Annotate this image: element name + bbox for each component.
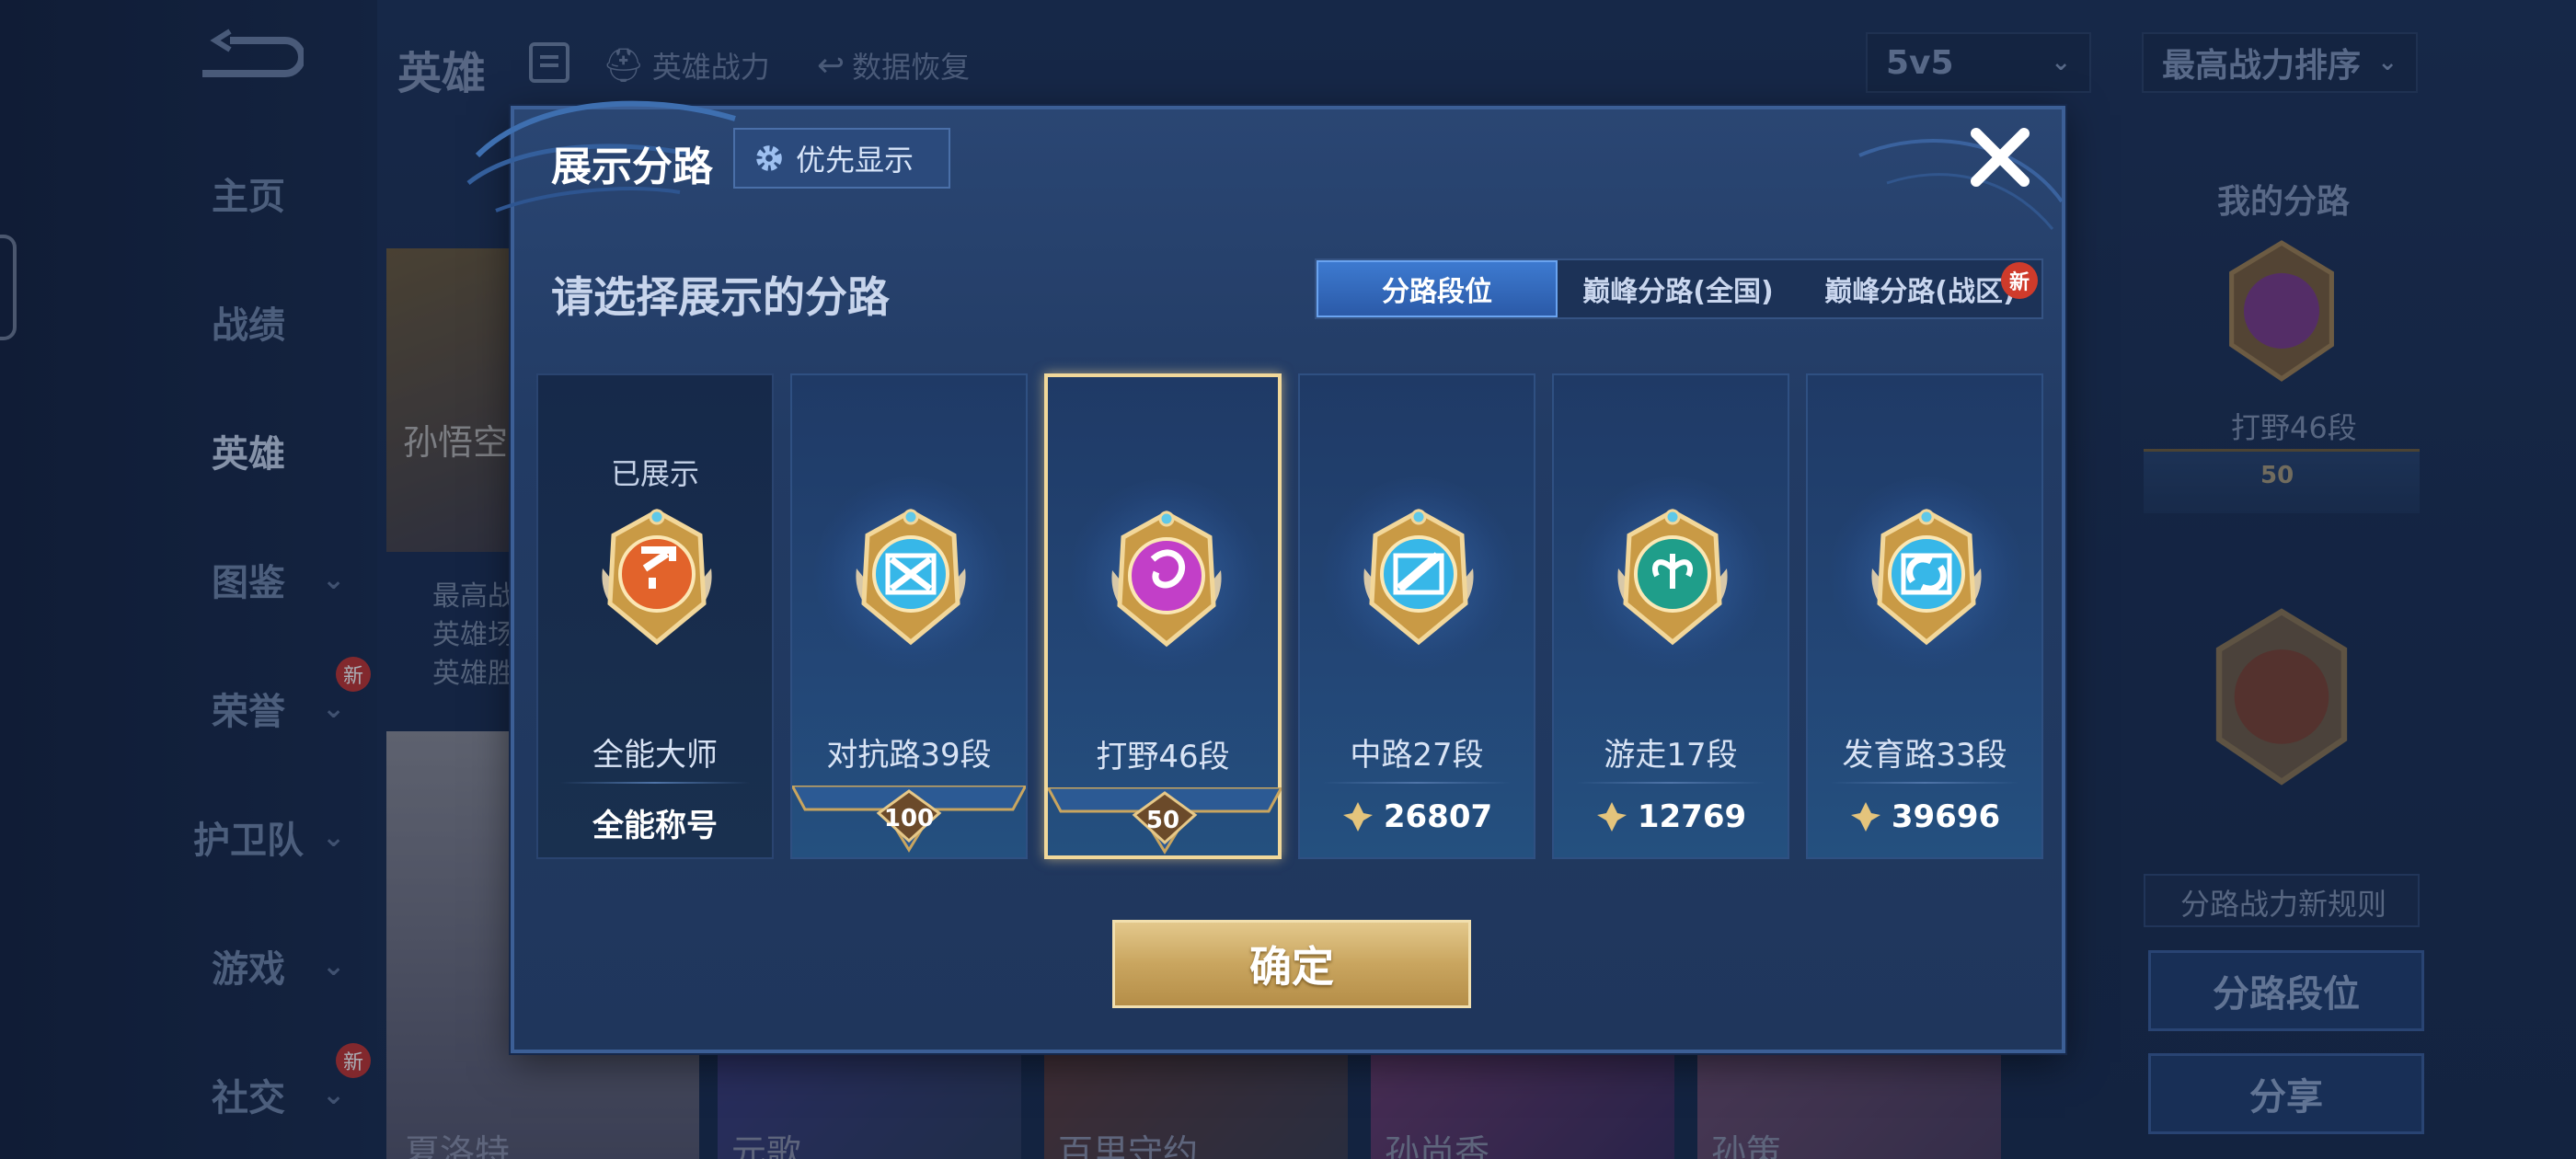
lane-card-list: 已展示 全能大师 全能称号 对抗路39段 100 打野46段 50 中路27段 26807 游走1… (536, 373, 2045, 859)
allround-icon (602, 509, 712, 646)
dialog-title: 展示分路 (551, 143, 713, 190)
new-badge: 新 (2001, 262, 2038, 299)
divider (1576, 782, 1765, 784)
mid-lane-icon (1363, 509, 1474, 646)
roam-icon (1617, 509, 1728, 646)
lane-name: 对抗路39段 (826, 737, 992, 774)
divider (1322, 782, 1512, 784)
lane-name: 游走17段 (1604, 737, 1738, 774)
lane-card[interactable]: 发育路33段 39696 (1806, 373, 2043, 859)
power-value: 26807 (1383, 798, 1493, 835)
farm-lane-icon (1871, 509, 1982, 646)
lane-display-dialog: 展示分路 优先显示 请选择展示的分路 分路段位 巅峰分路(全国) 巅峰分路(战区… (466, 100, 2065, 1053)
close-icon[interactable] (1963, 120, 2037, 194)
decorative-swirl (1858, 139, 2064, 230)
lane-tab-bar: 分路段位 巅峰分路(全国) 巅峰分路(战区) 新 (1315, 258, 2043, 319)
power-value-row: 12769 (1554, 798, 1788, 835)
shown-status: 已展示 (610, 456, 699, 491)
confirm-button[interactable]: 确定 (1112, 920, 1471, 1008)
lane-card[interactable]: 游走17段 12769 (1552, 373, 1789, 859)
lane-card[interactable]: 已展示全能大师全能称号 (536, 373, 774, 859)
priority-display-button[interactable]: 优先显示 (733, 128, 950, 189)
power-value: 12769 (1637, 798, 1747, 835)
power-value-row: 39696 (1808, 798, 2041, 835)
divider (560, 782, 750, 784)
lane-name: 发育路33段 (1842, 737, 2007, 774)
lane-name: 打野46段 (1096, 739, 1230, 775)
title-label: 全能称号 (592, 808, 718, 844)
jungle-icon (1111, 511, 1222, 648)
power-icon (1596, 802, 1627, 832)
rank-number: 50 (1145, 807, 1180, 834)
lane-card[interactable]: 中路27段 26807 (1298, 373, 1535, 859)
lane-name: 中路27段 (1350, 737, 1484, 774)
tab-peak-national[interactable]: 巅峰分路(全国) (1558, 260, 1799, 317)
lane-name: 全能大师 (592, 737, 718, 774)
gear-icon (756, 145, 782, 171)
rank-number: 100 (883, 805, 935, 832)
lane-card[interactable]: 打野46段 50 (1044, 373, 1282, 859)
power-icon (1850, 802, 1880, 832)
power-value: 39696 (1891, 798, 2001, 835)
divider (1830, 782, 2019, 784)
power-icon (1342, 802, 1373, 832)
power-value-row: 26807 (1300, 798, 1534, 835)
lane-card[interactable]: 对抗路39段 100 (790, 373, 1028, 859)
tab-lane-rank[interactable]: 分路段位 (1317, 260, 1558, 317)
dialog-subtitle: 请选择展示的分路 (551, 272, 890, 322)
clash-lane-icon (856, 509, 966, 646)
tab-peak-zone[interactable]: 巅峰分路(战区) 新 (1799, 260, 2041, 317)
